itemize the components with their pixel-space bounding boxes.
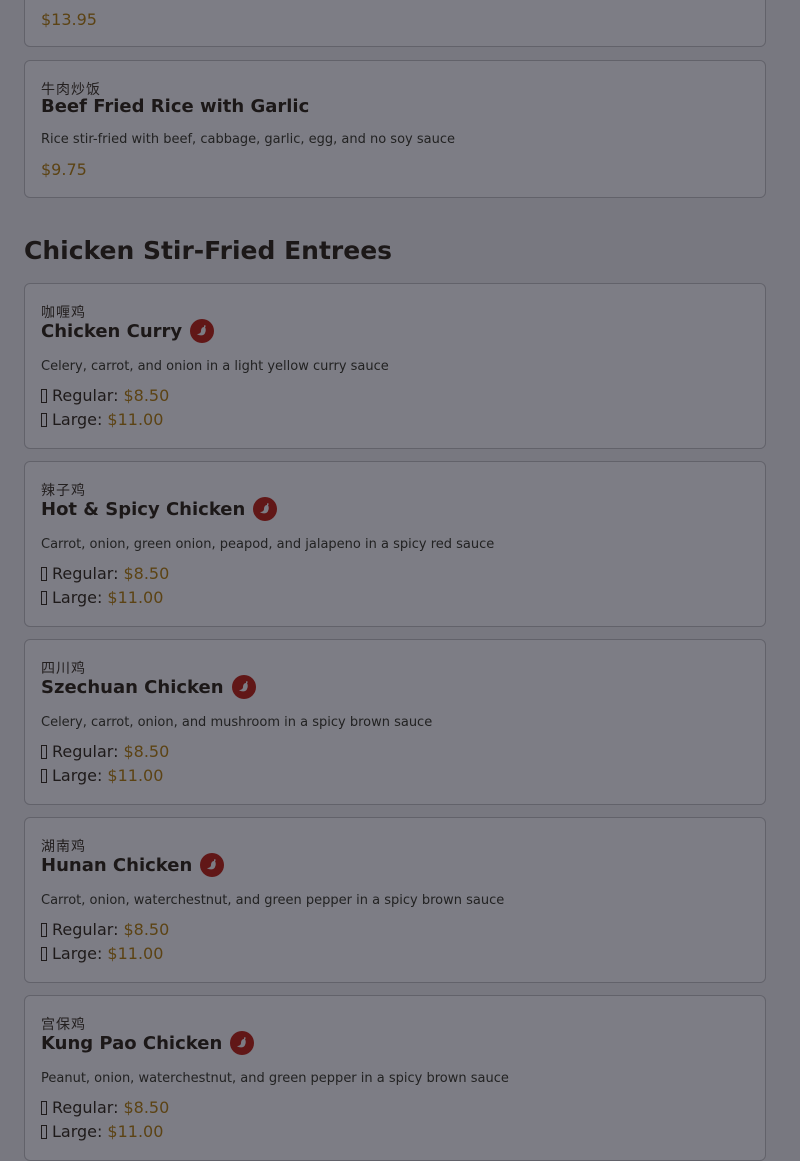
- item-price: $11.00: [107, 766, 164, 785]
- item-description: Celery, carrot, onion, and mushroom in a…: [41, 715, 433, 730]
- menu-item-card: 牛肉炒饭 Beef Fried Rice with Garlic Rice st…: [24, 60, 766, 198]
- price-large: Large: $11.00: [41, 944, 163, 963]
- item-price: $9.75: [41, 160, 87, 179]
- item-price: $8.50: [123, 386, 170, 405]
- checkbox-icon: [41, 768, 47, 783]
- item-description: Carrot, onion, green onion, peapod, and …: [41, 537, 495, 552]
- checkbox-icon: [41, 744, 47, 759]
- checkbox-icon: [41, 590, 47, 605]
- item-price: $8.50: [123, 742, 170, 761]
- menu-item-card: 咖喱鸡 Chicken Curry Celery, carrot, and on…: [24, 283, 766, 449]
- price-regular: Regular: $8.50: [41, 1098, 169, 1117]
- price-large: Large: $11.00: [41, 410, 163, 429]
- chili-pepper-icon: [200, 853, 225, 877]
- item-description: Carrot, onion, waterchestnut, and green …: [41, 893, 505, 908]
- checkbox-icon: [41, 388, 47, 403]
- price-regular: Regular: $8.50: [41, 564, 169, 583]
- menu-item-card: 宫保鸡 Kung Pao Chicken Peanut, onion, wate…: [24, 995, 766, 1161]
- item-price: $11.00: [107, 410, 164, 429]
- menu-item-card: 湖南鸡 Hunan Chicken Carrot, onion, waterch…: [24, 817, 766, 983]
- price-large: Large: $11.00: [41, 766, 163, 785]
- item-price: $13.95: [41, 10, 97, 29]
- chili-pepper-icon: [190, 319, 215, 343]
- item-name: Hunan Chicken: [41, 854, 193, 876]
- chili-pepper-icon: [230, 1031, 255, 1055]
- item-price: $8.50: [123, 564, 170, 583]
- menu-item-card: 辣子鸡 Hot & Spicy Chicken Carrot, onion, g…: [24, 461, 766, 627]
- menu-item-card: 四川鸡 Szechuan Chicken Celery, carrot, oni…: [24, 639, 766, 805]
- checkbox-icon: [41, 1124, 47, 1139]
- item-name: Beef Fried Rice with Garlic: [41, 96, 310, 117]
- item-description: Rice stir-fried with beef, cabbage, garl…: [41, 132, 455, 147]
- checkbox-icon: [41, 922, 47, 937]
- item-description: Celery, carrot, and onion in a light yel…: [41, 359, 389, 374]
- menu-item-card: $13.95: [24, 0, 766, 47]
- price-large: Large: $11.00: [41, 1122, 163, 1141]
- chili-pepper-icon: [231, 675, 256, 699]
- item-description: Peanut, onion, waterchestnut, and green …: [41, 1071, 509, 1086]
- item-name: Kung Pao Chicken: [41, 1032, 223, 1054]
- checkbox-icon: [41, 946, 47, 961]
- item-name: Chicken Curry: [41, 320, 183, 342]
- checkbox-icon: [41, 1100, 47, 1115]
- item-price: $8.50: [123, 1098, 170, 1117]
- checkbox-icon: [41, 412, 47, 427]
- item-price: $11.00: [107, 588, 164, 607]
- item-name: Szechuan Chicken: [41, 676, 224, 698]
- item-price: $11.00: [107, 944, 164, 963]
- chili-pepper-icon: [253, 497, 278, 521]
- checkbox-icon: [41, 566, 47, 581]
- price-regular: Regular: $8.50: [41, 920, 169, 939]
- item-price: $11.00: [107, 1122, 164, 1141]
- section-title: Chicken Stir-Fried Entrees: [24, 236, 393, 265]
- price-regular: Regular: $8.50: [41, 742, 169, 761]
- item-name: Hot & Spicy Chicken: [41, 498, 246, 520]
- price-large: Large: $11.00: [41, 588, 163, 607]
- item-price: $8.50: [123, 920, 170, 939]
- price-regular: Regular: $8.50: [41, 386, 169, 405]
